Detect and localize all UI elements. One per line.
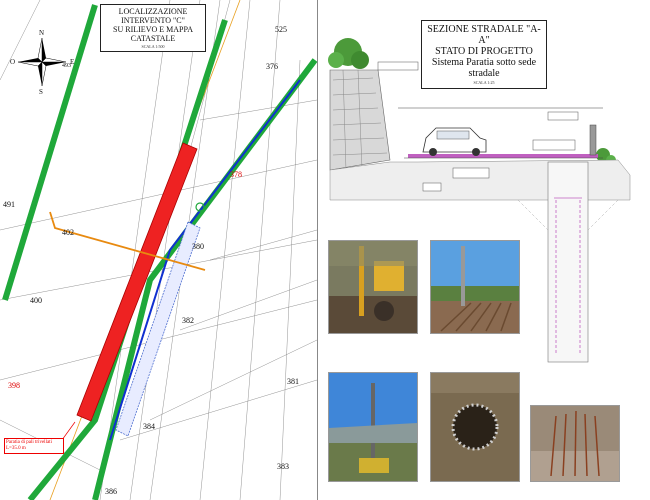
pile-body <box>547 161 589 363</box>
parcel-381: 381 <box>287 377 299 386</box>
compass-s: S <box>39 88 43 96</box>
note-box-4 <box>452 167 490 179</box>
parcel-525: 525 <box>275 25 287 34</box>
parcel-383: 383 <box>277 462 289 471</box>
parcel-386: 386 <box>105 487 117 496</box>
parcel-376: 376 <box>266 62 278 71</box>
map-panel: N S E O LOCALIZZAZIONE INTERVENTO "C" SU… <box>0 0 318 500</box>
parcel-378: 378 <box>230 170 242 179</box>
pile-wall-callout: Paratia di pali trivellati L=35.0 m <box>4 438 64 454</box>
section-panel: SEZIONE STRADALE "A-A" STATO DI PROGETTO… <box>318 0 650 500</box>
parcel-380: 380 <box>192 242 204 251</box>
compass-n: N <box>39 29 45 37</box>
photo-pile-hole <box>430 372 520 482</box>
cadastral-map <box>0 0 317 500</box>
green-boundary-left <box>2 4 98 301</box>
note-box-1 <box>377 61 419 71</box>
note-box-2 <box>547 111 579 121</box>
map-title-box: LOCALIZZAZIONE INTERVENTO "C" SU RILIEVO… <box>100 4 206 52</box>
guardrail-post <box>589 124 597 156</box>
note-box-5 <box>422 182 442 192</box>
parcel-382: 382 <box>182 316 194 325</box>
parcel-384: 384 <box>143 422 155 431</box>
parcel-400: 400 <box>30 296 42 305</box>
map-title-line1: LOCALIZZAZIONE INTERVENTO "C" <box>118 7 188 25</box>
parcel-398: 398 <box>8 381 20 390</box>
map-title-line2: SU RILIEVO E MAPPA CATASTALE <box>113 25 193 43</box>
photo-rebar-cages <box>430 240 520 334</box>
compass-o: O <box>10 58 16 66</box>
road-surface <box>408 154 598 158</box>
parcel-402: 402 <box>62 228 74 237</box>
photo-rebar-ends <box>530 405 620 482</box>
car-icon <box>422 127 487 156</box>
map-scale: SCALA 1:500 <box>141 44 165 49</box>
photo-drilling-rig-1 <box>328 240 418 334</box>
note-box-3 <box>532 139 576 151</box>
compass-icon <box>17 37 67 87</box>
parcel-lines <box>0 0 317 500</box>
parcel-491: 491 <box>3 200 15 209</box>
hatched-area <box>115 221 201 437</box>
photo-drilling-rig-2 <box>328 372 418 482</box>
parcel-493: 493 <box>62 63 71 69</box>
